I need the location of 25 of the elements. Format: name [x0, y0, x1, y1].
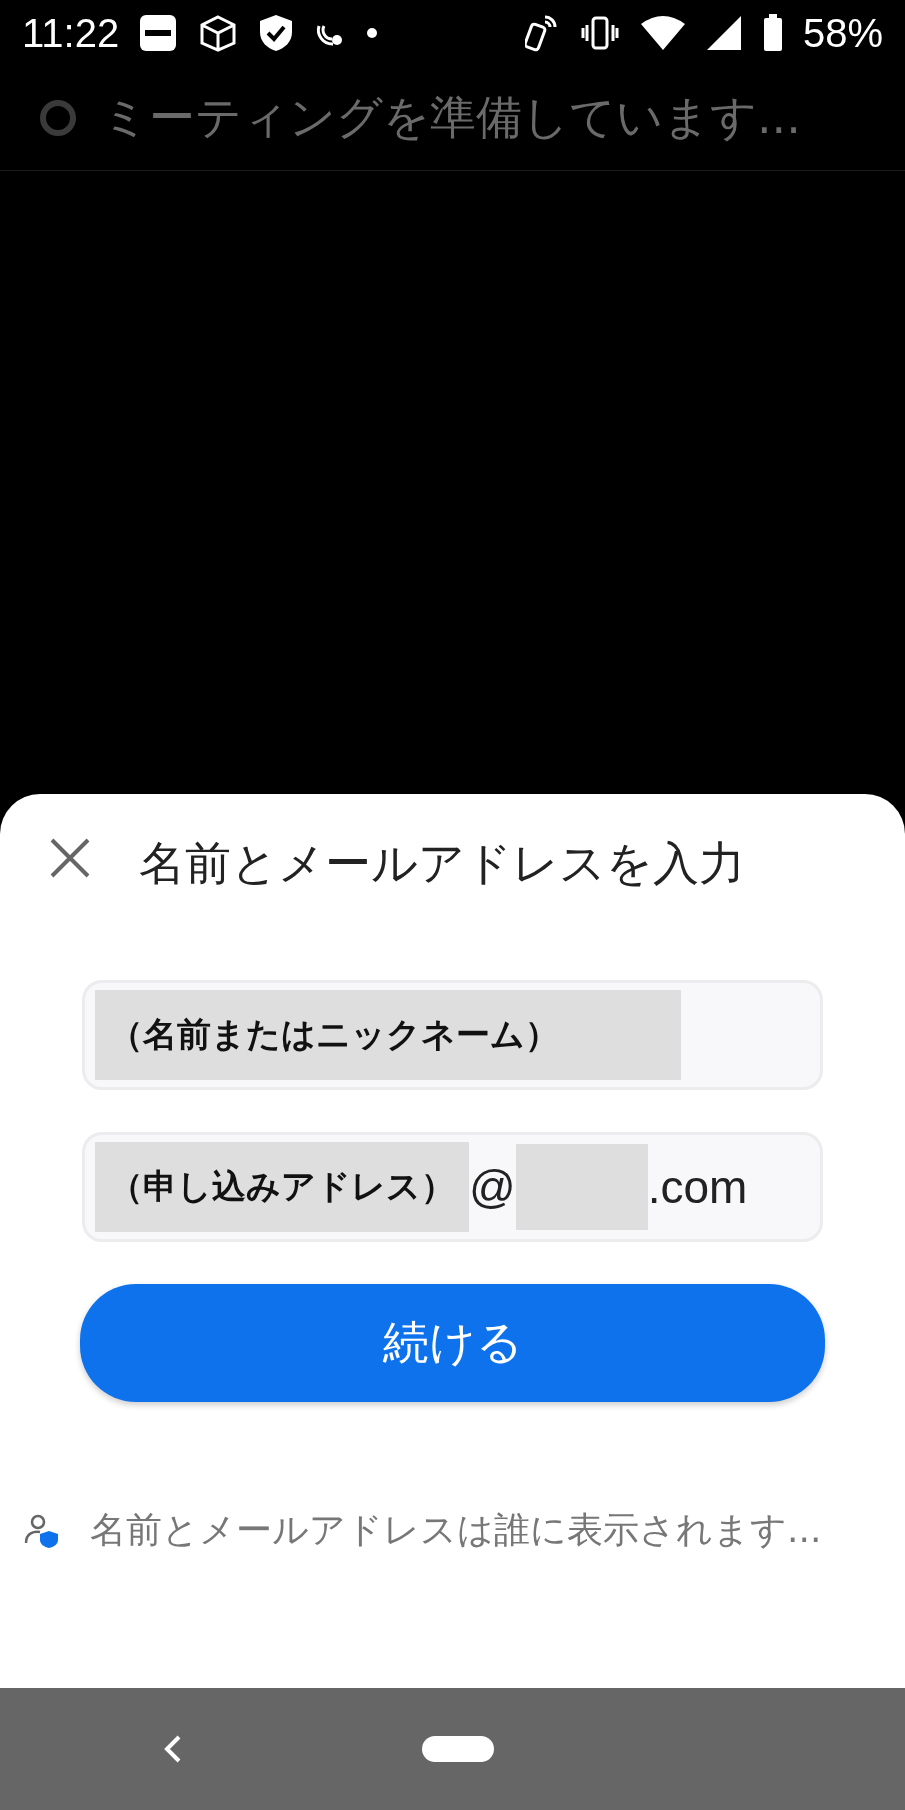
input-field[interactable]: （申し込みアドレス） @ .com	[82, 1132, 823, 1242]
spinner-icon	[38, 98, 78, 138]
close-icon[interactable]	[48, 836, 92, 880]
cell-signal-icon	[706, 16, 741, 50]
field-text: @	[469, 1160, 516, 1214]
user-shield-icon	[24, 1512, 60, 1549]
home-pill[interactable]	[422, 1736, 494, 1762]
status-message: ミーティングを準備しています...	[102, 89, 801, 146]
continue-button[interactable]: 続ける	[80, 1284, 825, 1402]
dot-icon	[367, 28, 378, 38]
field-text: .com	[647, 1160, 748, 1214]
vibrate-icon	[580, 16, 619, 50]
sheet-title: 名前とメールアドレスを入力	[138, 835, 746, 892]
clock: 11:22	[22, 10, 120, 56]
field-text: （申し込みアドレス）	[95, 1142, 469, 1232]
battery-percent: 58%	[802, 10, 883, 56]
wifi-icon	[640, 16, 685, 50]
box-icon	[199, 14, 238, 52]
battery-icon	[762, 14, 783, 52]
back-icon[interactable]	[164, 1735, 182, 1763]
input-field[interactable]: （名前またはニックネーム）	[82, 980, 823, 1090]
privacy-note[interactable]: 名前とメールアドレスは誰に表示されます...	[90, 1506, 822, 1555]
phone-nfc-icon	[524, 13, 559, 53]
shield-icon	[259, 14, 294, 52]
field-text: （名前またはニックネーム）	[95, 990, 681, 1080]
